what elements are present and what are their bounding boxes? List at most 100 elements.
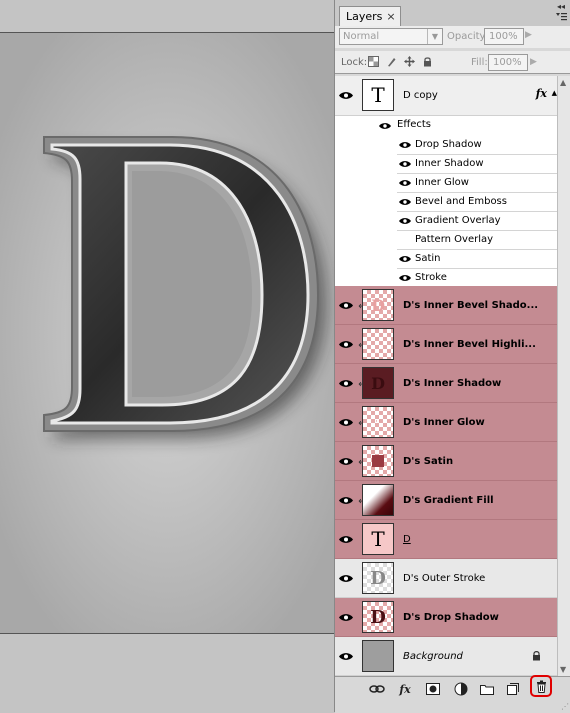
- effect-visibility-toggle[interactable]: [399, 274, 411, 285]
- effect-name: Inner Glow: [415, 177, 469, 188]
- blend-mode-select[interactable]: Normal ▼: [339, 28, 443, 45]
- layer-name[interactable]: D's Inner Bevel Shado...: [403, 286, 538, 324]
- lock-label: Lock:: [341, 57, 368, 68]
- layer-row[interactable]: ↲DD's Inner Bevel Shado...: [335, 286, 557, 325]
- layer-name[interactable]: D's Gradient Fill: [403, 481, 494, 519]
- effect-visibility-toggle[interactable]: [399, 255, 411, 266]
- close-icon[interactable]: ×: [386, 7, 395, 27]
- visibility-toggle[interactable]: [335, 637, 357, 675]
- eye-icon: [339, 535, 353, 543]
- layer-row[interactable]: ↲··D's Inner Glow: [335, 403, 557, 442]
- layer-name[interactable]: D's Inner Shadow: [403, 364, 501, 402]
- eye-icon: [339, 496, 353, 504]
- visibility-toggle[interactable]: [335, 364, 357, 402]
- effect-name: Gradient Overlay: [415, 215, 501, 226]
- eye-icon: [339, 652, 353, 660]
- scroll-down-icon[interactable]: ▼: [560, 665, 566, 674]
- fill-slider-arrow-icon[interactable]: ▶: [530, 57, 537, 67]
- delete-layer-button[interactable]: [530, 675, 552, 697]
- collapse-icon[interactable]: ◂◂: [557, 2, 565, 11]
- opacity-slider-arrow-icon[interactable]: ▶: [525, 30, 532, 40]
- effect-visibility-toggle[interactable]: [399, 141, 411, 152]
- eye-icon: [399, 142, 411, 148]
- effect-name: Drop Shadow: [415, 139, 482, 150]
- lock-all-icon[interactable]: [422, 56, 433, 67]
- visibility-toggle[interactable]: [335, 286, 357, 324]
- scroll-up-icon[interactable]: ▲: [560, 78, 566, 87]
- visibility-toggle[interactable]: [335, 520, 357, 558]
- opacity-label: Opacity:: [447, 31, 489, 42]
- add-layer-style-icon[interactable]: fx: [397, 682, 413, 696]
- lock-position-icon[interactable]: [404, 56, 415, 67]
- effects-header[interactable]: Effects: [335, 116, 557, 136]
- new-adjustment-layer-icon[interactable]: [453, 682, 469, 696]
- layer-name[interactable]: D's Outer Stroke: [403, 559, 485, 597]
- canvas-area: [0, 0, 334, 712]
- layer-row[interactable]: Background: [335, 637, 557, 676]
- layer-row[interactable]: D D's Outer Stroke: [335, 559, 557, 598]
- opacity-input[interactable]: 100%: [484, 28, 524, 45]
- new-group-icon[interactable]: [479, 682, 495, 696]
- visibility-toggle[interactable]: [335, 76, 357, 115]
- document-canvas[interactable]: [0, 32, 334, 634]
- effect-row[interactable]: Bevel and Emboss: [397, 193, 557, 212]
- new-layer-icon[interactable]: [505, 682, 521, 696]
- effect-visibility-toggle[interactable]: [399, 198, 411, 209]
- layer-row[interactable]: D D's Drop Shadow: [335, 598, 557, 637]
- effect-name: Bevel and Emboss: [415, 196, 507, 207]
- eye-icon: [339, 418, 353, 426]
- layer-thumbnail: ··: [362, 406, 394, 438]
- layer-name[interactable]: D copy: [403, 76, 438, 115]
- layer-row[interactable]: TD: [335, 520, 557, 559]
- layer-name[interactable]: D's Satin: [403, 442, 453, 480]
- panel-tabbar: Layers × ◂◂: [335, 0, 570, 27]
- effect-visibility-toggle[interactable]: [399, 179, 411, 190]
- effect-name: Stroke: [415, 272, 447, 283]
- visibility-toggle[interactable]: [335, 442, 357, 480]
- effect-row[interactable]: Satin: [397, 250, 557, 269]
- layer-thumbnail: [362, 640, 394, 672]
- eye-icon: [339, 379, 353, 387]
- visibility-toggle[interactable]: [335, 481, 357, 519]
- layers-panel: Layers × ◂◂ Normal ▼ Opacity: 100% ▶ Loc…: [334, 0, 570, 713]
- resize-grip-icon[interactable]: ⋰: [561, 702, 569, 711]
- eye-icon: [399, 256, 411, 262]
- layer-thumbnail: [362, 445, 394, 477]
- tab-layers[interactable]: Layers ×: [339, 6, 401, 26]
- eye-icon: [339, 574, 353, 582]
- layer-name[interactable]: Background: [403, 637, 463, 675]
- layer-row-d-copy[interactable]: T D copy fx ▲: [335, 76, 557, 116]
- effect-visibility-toggle[interactable]: [399, 160, 411, 171]
- eye-icon: [339, 301, 353, 309]
- effect-row[interactable]: Pattern Overlay: [397, 231, 557, 250]
- panel-menu-icon[interactable]: [555, 12, 567, 22]
- eye-icon: [399, 161, 411, 167]
- fill-input[interactable]: 100%: [488, 54, 528, 71]
- layer-row[interactable]: ↲D's Inner Bevel Highli...: [335, 325, 557, 364]
- visibility-toggle[interactable]: [335, 325, 357, 363]
- fx-icon[interactable]: fx: [536, 87, 547, 100]
- effect-row[interactable]: Inner Shadow: [397, 155, 557, 174]
- effect-row[interactable]: Gradient Overlay: [397, 212, 557, 231]
- layer-row[interactable]: ↲DD's Inner Shadow: [335, 364, 557, 403]
- eye-icon: [339, 92, 353, 99]
- layer-row[interactable]: ↲D's Gradient Fill: [335, 481, 557, 520]
- layer-thumbnail: D: [362, 367, 394, 399]
- layers-scrollbar[interactable]: ▲ ▼: [557, 76, 570, 676]
- effect-visibility-toggle[interactable]: [399, 217, 411, 228]
- layer-name[interactable]: D: [403, 520, 411, 558]
- layer-name[interactable]: D's Inner Glow: [403, 403, 485, 441]
- eye-icon[interactable]: [379, 122, 391, 130]
- add-layer-mask-icon[interactable]: [425, 682, 441, 696]
- visibility-toggle[interactable]: [335, 598, 357, 636]
- layer-row[interactable]: ↲D's Satin: [335, 442, 557, 481]
- layer-name[interactable]: D's Inner Bevel Highli...: [403, 325, 536, 363]
- lock-image-pixels-icon[interactable]: [386, 56, 397, 67]
- effect-row[interactable]: Inner Glow: [397, 174, 557, 193]
- lock-transparent-pixels-icon[interactable]: [368, 56, 379, 67]
- visibility-toggle[interactable]: [335, 559, 357, 597]
- layer-name[interactable]: D's Drop Shadow: [403, 598, 499, 636]
- visibility-toggle[interactable]: [335, 403, 357, 441]
- effect-row[interactable]: Drop Shadow: [397, 136, 557, 155]
- link-layers-icon[interactable]: [369, 682, 385, 696]
